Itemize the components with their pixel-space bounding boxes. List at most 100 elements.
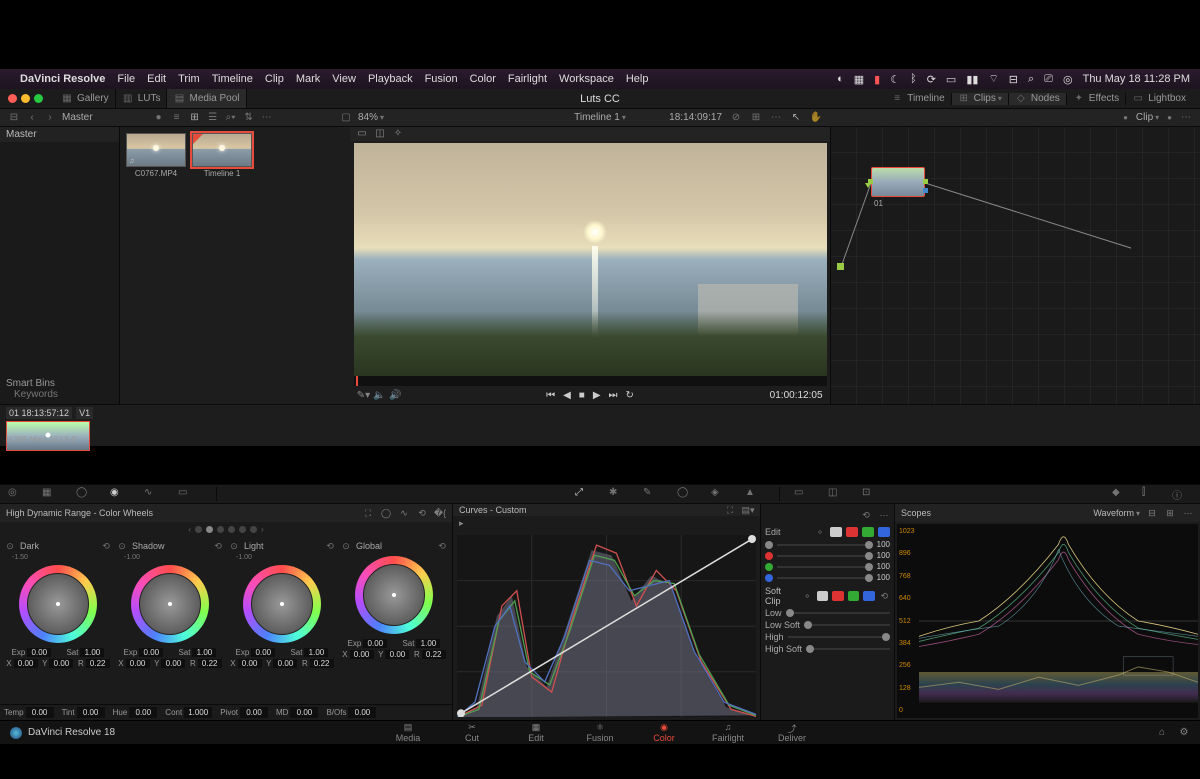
- tray-icon[interactable]: ▮: [874, 73, 880, 86]
- viewer-scrubber[interactable]: [354, 376, 827, 386]
- sc-r[interactable]: [832, 591, 843, 601]
- sort-icon[interactable]: ⇅: [243, 112, 255, 124]
- page-fusion[interactable]: ⚛Fusion: [568, 722, 632, 743]
- chan-y[interactable]: [830, 527, 842, 537]
- sync-icon[interactable]: ⟳: [927, 73, 936, 86]
- trim-menu[interactable]: Trim: [178, 73, 200, 85]
- tracker-icon[interactable]: ◈: [711, 487, 731, 501]
- first-frame-icon[interactable]: ⏮: [546, 390, 555, 401]
- scope-grid-icon[interactable]: ⊞: [1164, 507, 1176, 519]
- wheel-light[interactable]: ⊙Light⟲ -1.00 Exp0.00Sat1.00 X0.00Y0.00R…: [228, 540, 336, 700]
- qualifier-icon[interactable]: ✎: [643, 487, 663, 501]
- luts-toggle[interactable]: ▥LUTs: [116, 89, 168, 108]
- zone-icon[interactable]: ∿: [398, 507, 410, 519]
- fit-icon[interactable]: ▢: [340, 112, 352, 124]
- color-menu[interactable]: Color: [470, 73, 496, 85]
- stop-icon[interactable]: ■: [579, 390, 585, 401]
- wheel-options-icon[interactable]: �{: [434, 507, 446, 519]
- playback-menu[interactable]: Playback: [368, 73, 413, 85]
- scope-mode[interactable]: Waveform: [1093, 508, 1140, 518]
- split-icon[interactable]: ◫: [374, 128, 386, 140]
- bypass-icon[interactable]: ⊘: [730, 112, 742, 124]
- clip-thumb-selected[interactable]: Timeline 1: [192, 133, 252, 398]
- bin-header[interactable]: Master: [0, 127, 119, 142]
- sc-y[interactable]: [817, 591, 828, 601]
- motion-icon[interactable]: ▭: [178, 487, 198, 501]
- spotlight-icon[interactable]: ⌕: [1028, 73, 1034, 86]
- play-curve-icon[interactable]: ▸: [459, 518, 464, 529]
- loop-icon[interactable]: ↻: [626, 390, 634, 401]
- img-wipe-icon[interactable]: ▭: [356, 128, 368, 140]
- primaries-icon[interactable]: ◯: [76, 487, 96, 501]
- timeline-menu[interactable]: Timeline: [212, 73, 253, 85]
- warper-icon[interactable]: ✱: [609, 487, 629, 501]
- blur-icon[interactable]: ▭: [794, 487, 814, 501]
- sc-b[interactable]: [863, 591, 874, 601]
- sizing-icon[interactable]: ⊡: [862, 487, 882, 501]
- zoom-value[interactable]: 84%: [358, 112, 384, 123]
- grid-icon[interactable]: ⊞: [750, 112, 762, 124]
- grid-view-icon[interactable]: ⊞: [189, 112, 201, 124]
- mute-icon[interactable]: 🔈: [374, 389, 386, 401]
- key-icon[interactable]: ◫: [828, 487, 848, 501]
- home-icon[interactable]: ⌂: [1156, 727, 1168, 739]
- curve-mode-icon[interactable]: ▤▾: [742, 504, 754, 516]
- camera-raw-icon[interactable]: ◎: [8, 487, 28, 501]
- curves-icon[interactable]: ⤢: [575, 487, 595, 501]
- fusion-menu[interactable]: Fusion: [425, 73, 458, 85]
- nav-fwd-icon[interactable]: ›: [44, 112, 56, 124]
- wheel-dark[interactable]: ⊙Dark⟲ -1.50 Exp0.00Sat1.00 X0.00Y0.00R0…: [4, 540, 112, 700]
- clip-dropdown[interactable]: Clip: [1136, 112, 1159, 123]
- chan-g[interactable]: [862, 527, 874, 537]
- rgb-mixer-icon[interactable]: ∿: [144, 487, 164, 501]
- hdr-wheels-icon[interactable]: ◉: [110, 487, 130, 501]
- siri-icon[interactable]: ◎: [1063, 73, 1073, 86]
- mark-menu[interactable]: Mark: [296, 73, 320, 85]
- tray-icon[interactable]: ◐: [837, 73, 844, 85]
- viewer-options-icon[interactable]: ⋯: [770, 112, 782, 124]
- chan-b[interactable]: [878, 527, 890, 537]
- moon-icon[interactable]: ☾: [890, 73, 900, 86]
- file-menu[interactable]: File: [117, 73, 135, 85]
- vol-icon[interactable]: 🔊: [390, 389, 402, 401]
- corrector-node[interactable]: 01: [871, 167, 925, 197]
- last-frame-icon[interactable]: ⏭: [609, 390, 618, 401]
- scope-layout-icon[interactable]: ⊟: [1146, 507, 1158, 519]
- viewer-image[interactable]: [354, 143, 827, 376]
- window-controls[interactable]: [8, 94, 43, 103]
- search-icon[interactable]: ⌕▾: [225, 112, 237, 124]
- clip-thumb[interactable]: ♫ C0767.MP4: [126, 133, 186, 398]
- scope-toggle-icon[interactable]: ⫿: [1142, 487, 1162, 501]
- node-options-icon[interactable]: ⋯: [1180, 112, 1192, 124]
- lightbox-toggle[interactable]: ▭Lightbox: [1126, 93, 1192, 105]
- page-deliver[interactable]: ⤴Deliver: [760, 722, 824, 743]
- curve-editor[interactable]: [457, 535, 756, 717]
- window-icon[interactable]: ◯: [677, 487, 697, 501]
- bin-view-icon[interactable]: ⊟: [8, 112, 20, 124]
- chan-r[interactable]: [846, 527, 858, 537]
- info-icon[interactable]: ⓘ: [1172, 487, 1192, 501]
- clock[interactable]: Thu May 18 11:28 PM: [1083, 73, 1190, 85]
- hand-tool-icon[interactable]: ✋: [810, 112, 822, 124]
- play-icon[interactable]: ▶: [593, 390, 601, 401]
- view-menu[interactable]: View: [332, 73, 356, 85]
- magic-icon[interactable]: ▲: [745, 487, 765, 501]
- sc-reset-icon[interactable]: ⟲: [860, 509, 872, 521]
- effects-toggle[interactable]: ✦Effects: [1067, 93, 1126, 105]
- edit-menu[interactable]: Edit: [147, 73, 166, 85]
- viewer-timecode[interactable]: 18:14:09:17: [669, 112, 722, 123]
- sc-g[interactable]: [848, 591, 859, 601]
- clips-toggle[interactable]: ⊞Clips: [952, 93, 1009, 105]
- app-menu[interactable]: DaVinci Resolve: [20, 73, 105, 85]
- sc-options-icon[interactable]: ⋯: [878, 509, 890, 521]
- battery-icon[interactable]: ▮▮: [966, 73, 978, 86]
- page-color[interactable]: ◉Color: [632, 722, 696, 743]
- keyframe-icon[interactable]: ◆: [1112, 487, 1132, 501]
- page-media[interactable]: ▤Media: [376, 722, 440, 743]
- color-tag-icon[interactable]: ●: [153, 112, 165, 124]
- timeline-toggle[interactable]: ≡Timeline: [885, 93, 951, 105]
- gallery-toggle[interactable]: ▦Gallery: [55, 89, 116, 108]
- tray-icon[interactable]: ▦: [854, 73, 864, 86]
- keywords-bin[interactable]: Keywords: [6, 389, 113, 400]
- list-view-icon[interactable]: ≡: [171, 112, 183, 124]
